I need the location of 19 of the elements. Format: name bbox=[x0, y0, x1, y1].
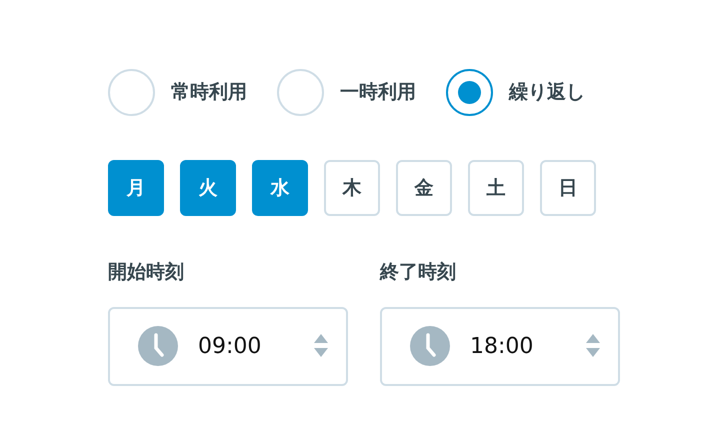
weekday-toggle[interactable]: 水 bbox=[252, 160, 308, 216]
weekday-toggle[interactable]: 土 bbox=[468, 160, 524, 216]
field-label: 終了時刻 bbox=[380, 260, 457, 285]
weekday-toggle[interactable]: 日 bbox=[540, 160, 596, 216]
clock-icon bbox=[410, 326, 450, 366]
weekday-toggle[interactable]: 月 bbox=[108, 160, 164, 216]
time-field[interactable]: 09:00 bbox=[108, 306, 348, 386]
radio-label[interactable]: 繰り返し bbox=[509, 78, 585, 106]
clock-icon bbox=[138, 326, 178, 366]
weekday-toggle[interactable]: 木 bbox=[324, 160, 380, 216]
weekday-toggle[interactable]: 金 bbox=[396, 160, 452, 216]
weekday-toggle[interactable]: 火 bbox=[180, 160, 236, 216]
radio-button[interactable] bbox=[446, 68, 493, 116]
radio-label[interactable]: 一時利用 bbox=[340, 78, 416, 106]
field-label: 開始時刻 bbox=[108, 260, 185, 285]
time-field[interactable]: 18:00 bbox=[380, 306, 620, 386]
spinner-icon[interactable] bbox=[314, 334, 328, 358]
spinner-icon[interactable] bbox=[586, 334, 600, 358]
radio-label[interactable]: 常時利用 bbox=[171, 78, 247, 106]
